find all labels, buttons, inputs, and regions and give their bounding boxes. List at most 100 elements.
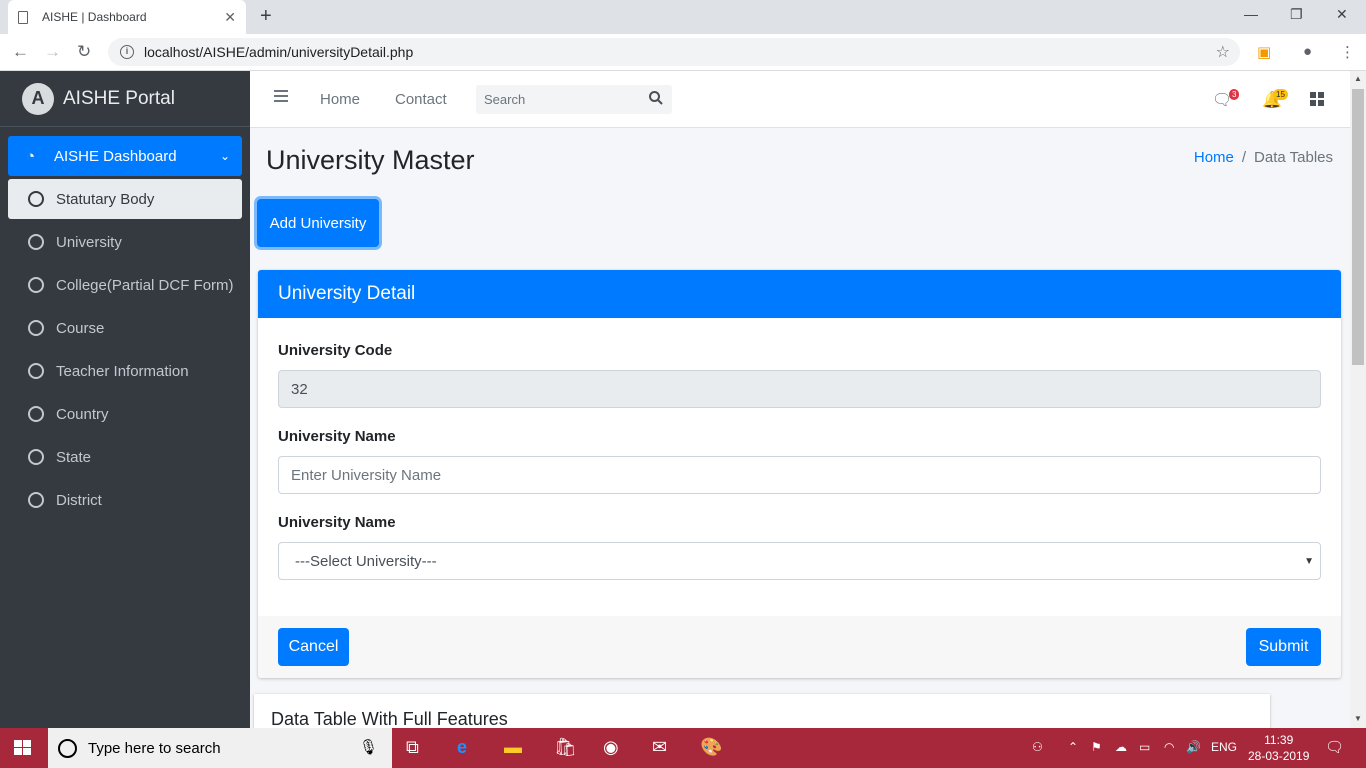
circle-icon	[28, 320, 44, 336]
taskbar-clock[interactable]: 11:39 28-03-2019	[1248, 732, 1309, 764]
clock-date: 28-03-2019	[1248, 749, 1310, 763]
taskbar-search-input[interactable]: Type here to search 🎙	[48, 728, 392, 768]
sidebar-item-label: District	[56, 491, 102, 509]
language-indicator[interactable]: ENG	[1211, 740, 1237, 754]
breadcrumb: Home / Data Tables	[1194, 149, 1333, 166]
circle-icon	[28, 277, 44, 293]
nav-link-contact[interactable]: Contact	[395, 91, 447, 108]
extension-icon[interactable]: ▣	[1257, 43, 1271, 61]
chrome-icon[interactable]: ◉	[603, 737, 619, 758]
address-bar: ← → ↻ i localhost/AISHE/admin/university…	[0, 34, 1366, 71]
chevron-down-icon: ⌄	[219, 149, 230, 163]
taskbar-search-placeholder: Type here to search	[88, 739, 221, 757]
site-info-icon[interactable]: i	[120, 45, 134, 59]
apps-grid-icon[interactable]	[1310, 92, 1324, 106]
menu-kebab-icon[interactable]: ⋮	[1340, 43, 1355, 61]
university-code-field: 32	[278, 370, 1321, 408]
show-hidden-icons-chevron-icon[interactable]: ⌃	[1068, 740, 1078, 754]
sidebar: A AISHE Portal ◔ AISHE Dashboard ⌄ Statu…	[0, 71, 250, 728]
microphone-icon[interactable]: 🎙	[359, 738, 378, 756]
sidebar-item-label: University	[56, 233, 122, 251]
sidebar-nav: ◔ AISHE Dashboard ⌄ Statutary Body Unive…	[0, 127, 250, 532]
windows-taskbar: Type here to search 🎙 ⧉ e ▬ 🛍 ◉ ✉ 🎨 ⚇ ⌃ …	[0, 728, 1366, 768]
hamburger-menu-icon[interactable]	[274, 90, 288, 105]
circle-icon	[28, 449, 44, 465]
edge-browser-icon[interactable]: e	[457, 737, 467, 758]
sidebar-item-teacher-information[interactable]: Teacher Information	[8, 351, 242, 391]
brand[interactable]: A AISHE Portal	[0, 71, 250, 127]
reload-icon[interactable]: ↻	[77, 42, 91, 62]
clock-time: 11:39	[1264, 733, 1294, 747]
scroll-up-arrow-icon[interactable]: ▲	[1354, 74, 1362, 83]
file-explorer-icon[interactable]: ▬	[504, 737, 522, 758]
onedrive-cloud-icon[interactable]: ☁	[1115, 740, 1127, 754]
circle-icon	[28, 191, 44, 207]
navbar-search-input[interactable]: Search	[476, 85, 672, 114]
breadcrumb-home-link[interactable]: Home	[1194, 149, 1234, 166]
browser-tab-strip: AISHE | Dashboard ✕ + — ❐ ✕	[0, 0, 1366, 34]
minimize-icon[interactable]: —	[1244, 6, 1258, 22]
page-icon	[18, 10, 28, 24]
dashboard-gauge-icon: ◔	[26, 147, 36, 165]
brand-logo-icon: A	[22, 82, 54, 115]
sidebar-item-statutary-body[interactable]: Statutary Body	[8, 179, 242, 219]
sidebar-item-dashboard[interactable]: ◔ AISHE Dashboard ⌄	[8, 136, 242, 176]
university-select-label: University Name	[278, 514, 396, 531]
university-name-placeholder: Enter University Name	[291, 466, 442, 484]
university-name-input[interactable]: Enter University Name	[278, 456, 1321, 494]
wifi-icon[interactable]: ◠	[1164, 740, 1174, 754]
sidebar-item-country[interactable]: Country	[8, 394, 242, 434]
top-navbar: Home Contact Search 🗨 3 🔔 15	[250, 71, 1350, 128]
browser-tab[interactable]: AISHE | Dashboard ✕	[8, 0, 246, 34]
close-window-icon[interactable]: ✕	[1336, 6, 1348, 23]
people-icon[interactable]: ⚇	[1032, 740, 1043, 754]
profile-icon[interactable]: ●	[1303, 43, 1312, 60]
task-view-icon[interactable]: ⧉	[406, 737, 419, 758]
sidebar-item-label: Course	[56, 319, 105, 337]
forward-icon[interactable]: →	[44, 42, 61, 62]
back-icon[interactable]: ←	[12, 42, 29, 62]
sidebar-item-label: College(Partial DCF Form)	[56, 276, 234, 294]
restore-icon[interactable]: ❐	[1290, 6, 1303, 23]
sidebar-item-label: AISHE Dashboard	[54, 147, 177, 165]
add-university-button[interactable]: Add University	[257, 199, 379, 247]
url-text: localhost/AISHE/admin/universityDetail.p…	[144, 44, 414, 60]
sidebar-item-university[interactable]: University	[8, 222, 242, 262]
paint-icon[interactable]: 🎨	[700, 737, 722, 758]
university-name-label: University Name	[278, 428, 396, 445]
sidebar-item-label: State	[56, 448, 92, 466]
search-icon[interactable]	[648, 90, 664, 106]
windows-start-icon[interactable]	[14, 740, 32, 756]
close-tab-icon[interactable]: ✕	[224, 9, 236, 26]
store-icon[interactable]: 🛍	[554, 737, 577, 758]
flag-icon[interactable]: ⚑	[1091, 740, 1102, 754]
sidebar-item-state[interactable]: State	[8, 437, 242, 477]
action-center-icon[interactable]: 🗨	[1325, 738, 1344, 756]
submit-button[interactable]: Submit	[1246, 628, 1321, 666]
notifications-badge: 15	[1273, 89, 1288, 100]
bookmark-star-icon[interactable]: ☆	[1216, 42, 1230, 62]
tab-title: AISHE | Dashboard	[42, 10, 147, 24]
mail-icon[interactable]: ✉	[652, 737, 667, 758]
cancel-button[interactable]: Cancel	[278, 628, 349, 666]
university-code-label: University Code	[278, 342, 393, 359]
circle-icon	[28, 234, 44, 250]
scroll-down-arrow-icon[interactable]: ▼	[1354, 714, 1362, 723]
new-tab-icon[interactable]: +	[260, 5, 272, 28]
volume-icon[interactable]: 🔊	[1186, 740, 1201, 754]
battery-icon[interactable]: ▭	[1139, 740, 1150, 754]
sidebar-item-course[interactable]: Course	[8, 308, 242, 348]
nav-link-home[interactable]: Home	[320, 91, 360, 108]
sidebar-item-college[interactable]: College(Partial DCF Form)	[8, 265, 242, 305]
sidebar-item-label: Statutary Body	[56, 190, 155, 208]
page-scrollbar[interactable]: ▲ ▼	[1350, 71, 1366, 728]
scrollbar-thumb[interactable]	[1352, 89, 1364, 365]
breadcrumb-separator: /	[1241, 149, 1247, 166]
university-select-value: ---Select University---	[295, 552, 437, 570]
url-field[interactable]: i localhost/AISHE/admin/universityDetail…	[108, 38, 1240, 66]
chevron-down-icon: ▼	[1304, 555, 1314, 567]
breadcrumb-current: Data Tables	[1254, 149, 1333, 166]
university-select[interactable]: ---Select University--- ▼	[278, 542, 1321, 580]
sidebar-item-district[interactable]: District	[8, 480, 242, 520]
circle-icon	[28, 406, 44, 422]
